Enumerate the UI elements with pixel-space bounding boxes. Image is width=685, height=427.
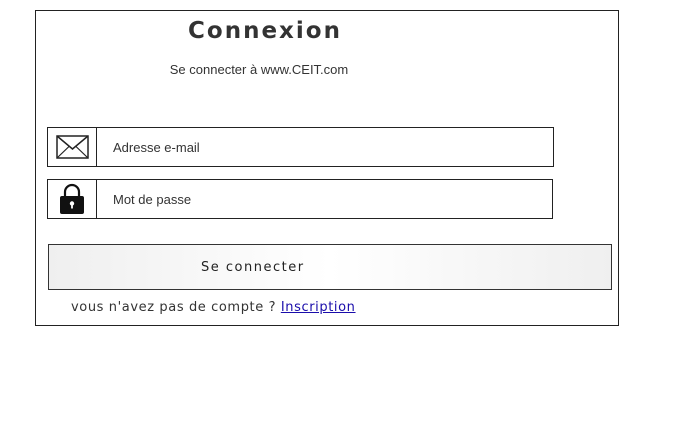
envelope-icon	[48, 128, 97, 166]
login-button-label: Se connecter	[201, 260, 305, 275]
email-field-group	[47, 127, 554, 167]
password-field-group	[47, 179, 553, 219]
password-input[interactable]	[97, 180, 552, 218]
login-card: Connexion Se connecter à www.CEIT.com Se…	[35, 10, 619, 326]
signup-prompt: vous n'avez pas de compte ?	[71, 300, 277, 315]
login-button[interactable]: Se connecter	[48, 244, 612, 290]
page-subtitle: Se connecter à www.CEIT.com	[169, 62, 349, 77]
signup-line: vous n'avez pas de compte ? Inscription	[71, 300, 356, 315]
page-title: Connexion	[188, 18, 342, 44]
lock-icon	[48, 180, 97, 218]
signup-link[interactable]: Inscription	[281, 300, 356, 315]
email-input[interactable]	[97, 128, 553, 166]
